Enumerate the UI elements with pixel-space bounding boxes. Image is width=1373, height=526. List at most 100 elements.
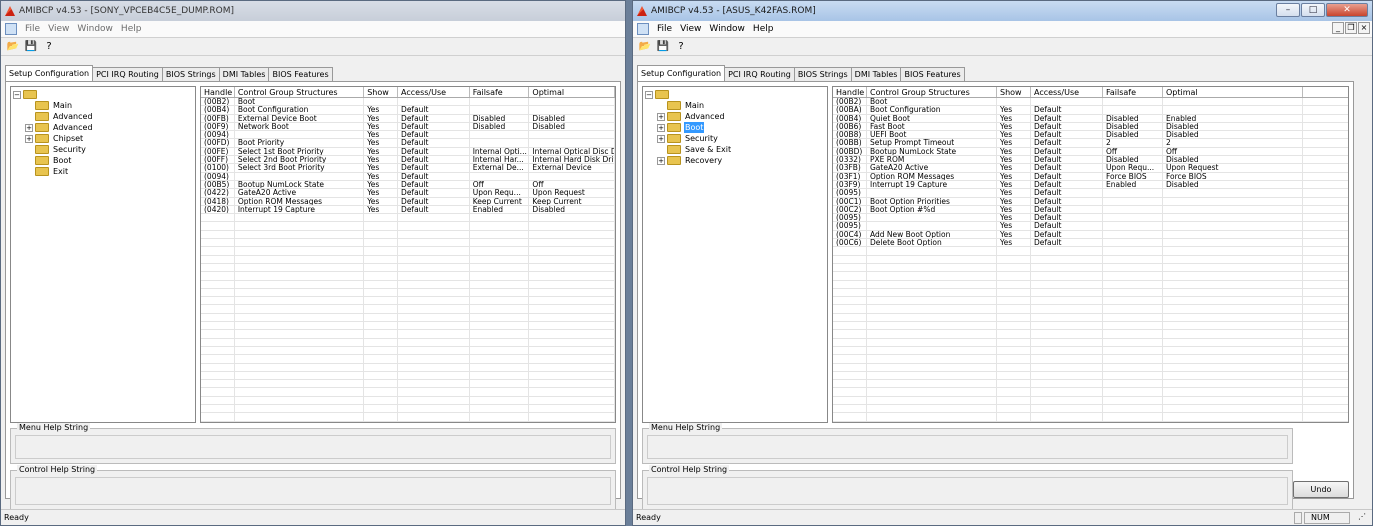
tab-bios-strings[interactable]: BIOS Strings (161, 67, 220, 81)
tab-setup-configuration[interactable]: Setup Configuration (637, 65, 726, 81)
mdi-document-icon[interactable] (637, 23, 649, 35)
table-row[interactable]: (0094) Yes Default (201, 172, 615, 181)
menu-file[interactable]: File (25, 24, 40, 34)
menu-view[interactable]: View (680, 24, 701, 34)
table-row[interactable]: (0420) Interrupt 19 Capture Yes Default Enab… (201, 205, 615, 215)
table-row[interactable]: (03F9) Interrupt 19 Capture Yes Default Enab… (833, 180, 1348, 190)
expand-icon[interactable]: + (25, 134, 33, 143)
collapse-icon[interactable]: − (645, 90, 653, 99)
expand-icon[interactable]: + (657, 112, 665, 121)
mdi-close-icon[interactable]: × (1358, 22, 1370, 34)
close-icon[interactable]: ✕ (1326, 3, 1368, 17)
resize-grip-icon[interactable]: ⋰ (1352, 512, 1370, 524)
help-question-icon[interactable]: ? (673, 39, 689, 54)
table-row[interactable]: (00B2) Boot (833, 98, 1348, 107)
menu-window[interactable]: Window (77, 24, 113, 34)
column-show[interactable]: Show (364, 87, 399, 97)
table-row[interactable]: (00C4) Add New Boot Option Yes Default (833, 230, 1348, 240)
tree-item-security[interactable]: Security (35, 144, 87, 155)
expand-icon[interactable]: + (657, 156, 665, 165)
undo-button[interactable]: Undo (1293, 481, 1349, 498)
mdi-minimize-icon[interactable]: _ (1332, 22, 1344, 34)
column-optimal[interactable]: Optimal (1163, 87, 1303, 97)
table-row[interactable]: (00FD) Boot Priority Yes Default (201, 139, 615, 148)
table-row[interactable]: (00B6) Fast Boot Yes Default Disabled Disable… (833, 122, 1348, 132)
setup-tree[interactable]: − Main + Advanced + Boot + Security Save & … (642, 86, 828, 423)
table-row[interactable]: (0332) PXE ROM Yes Default Disabled Disabled (833, 156, 1348, 165)
save-disk-icon[interactable]: 💾 (23, 39, 39, 54)
table-row[interactable]: (0094) Yes Default (201, 131, 615, 140)
table-row[interactable]: (00FE) Select 1st Boot Priority Yes Default… (201, 147, 615, 157)
table-row[interactable]: (00BB) Setup Prompt Timeout Yes Default 2 2 (833, 139, 1348, 148)
collapse-icon[interactable]: − (13, 90, 21, 99)
mdi-restore-icon[interactable]: ❐ (1345, 22, 1357, 34)
title-bar[interactable]: AMIBCP v4.53 - [SONY_VPCEB4C5E_DUMP.ROM] (1, 1, 625, 21)
tree-item-security[interactable]: + Security (657, 133, 719, 144)
menu-help[interactable]: Help (753, 24, 774, 34)
open-folder-icon[interactable]: 📂 (637, 39, 653, 54)
table-row[interactable]: (00FF) Select 2nd Boot Priority Yes Default… (201, 156, 615, 165)
tab-bios-features[interactable]: BIOS Features (900, 67, 965, 81)
tree-item-advanced[interactable]: + Advanced (657, 111, 726, 122)
table-row[interactable]: (0095) Yes Default (833, 189, 1348, 198)
table-row[interactable]: (00C2) Boot Option #%d Yes Default (833, 205, 1348, 215)
menu-view[interactable]: View (48, 24, 69, 34)
control-group-grid[interactable]: Handle Control Group Structures Show Acc… (832, 86, 1349, 423)
tree-item-main[interactable]: Main (35, 100, 73, 111)
control-group-grid[interactable]: Handle Control Group Structures Show Acc… (200, 86, 616, 423)
tree-item-boot[interactable]: + Boot (657, 122, 705, 133)
table-row[interactable]: (00B5) Bootup NumLock State Yes Default Off O… (201, 180, 615, 190)
tree-root[interactable]: − (13, 89, 40, 100)
minimize-icon[interactable]: – (1276, 3, 1300, 17)
column-failsafe[interactable]: Failsafe (470, 87, 530, 97)
tab-setup-configuration[interactable]: Setup Configuration (5, 65, 94, 81)
tree-item-recovery[interactable]: + Recovery (657, 155, 723, 166)
table-row[interactable]: (00C6) Delete Boot Option Yes Default (833, 239, 1348, 248)
tree-item-main[interactable]: Main (667, 100, 705, 111)
tab-bios-strings[interactable]: BIOS Strings (793, 67, 852, 81)
table-row[interactable]: (00B4) Boot Configuration Yes Default (201, 106, 615, 115)
menu-file[interactable]: File (657, 24, 672, 34)
table-row[interactable]: (00F9) Network Boot Yes Default Disabled Disa… (201, 122, 615, 132)
table-row[interactable]: (00C1) Boot Option Priorities Yes Default (833, 197, 1348, 206)
column-control-group-structures[interactable]: Control Group Structures (867, 87, 997, 97)
column-failsafe[interactable]: Failsafe (1103, 87, 1163, 97)
mdi-document-icon[interactable] (5, 23, 17, 35)
tree-item-advanced-2[interactable]: + Advanced (25, 122, 94, 133)
tab-pci-irq-routing[interactable]: PCI IRQ Routing (92, 67, 163, 81)
menu-window[interactable]: Window (709, 24, 745, 34)
title-bar[interactable]: AMIBCP v4.53 - [ASUS_K42FAS.ROM] – □ ✕ (633, 1, 1372, 21)
expand-icon[interactable]: + (657, 123, 665, 132)
table-row[interactable]: (00B8) UEFI Boot Yes Default Disabled Disable… (833, 131, 1348, 140)
tree-item-save-exit[interactable]: Save & Exit (667, 144, 732, 155)
tree-item-boot[interactable]: Boot (35, 155, 72, 166)
tree-root[interactable]: − (645, 89, 672, 100)
table-row[interactable]: (0095) Yes Default (833, 214, 1348, 223)
table-row[interactable]: (0418) Option ROM Messages Yes Default Keep … (201, 197, 615, 206)
table-row[interactable]: (00B2) Boot (201, 98, 615, 107)
tab-dmi-tables[interactable]: DMI Tables (850, 67, 902, 81)
maximize-icon[interactable]: □ (1301, 3, 1325, 17)
expand-icon[interactable]: + (657, 134, 665, 143)
column-control-group-structures[interactable]: Control Group Structures (235, 87, 365, 97)
amibcp-window-asus[interactable]: AMIBCP v4.53 - [ASUS_K42FAS.ROM] – □ ✕ F… (632, 0, 1373, 526)
setup-tree[interactable]: − Main Advanced + Advanced + Chipset Secur… (10, 86, 196, 423)
expand-icon[interactable]: + (25, 123, 33, 132)
table-row[interactable]: (03FB) GateA20 Active Yes Default Upon Requ.… (833, 164, 1348, 173)
column-handle[interactable]: Handle (833, 87, 867, 97)
column-handle[interactable]: Handle (201, 87, 235, 97)
open-folder-icon[interactable]: 📂 (5, 39, 21, 54)
table-row[interactable]: (00FB) External Device Boot Yes Default Disa… (201, 114, 615, 123)
column-optimal[interactable]: Optimal (529, 87, 615, 97)
column-show[interactable]: Show (997, 87, 1031, 97)
help-question-icon[interactable]: ? (41, 39, 57, 54)
tab-dmi-tables[interactable]: DMI Tables (218, 67, 270, 81)
menu-help[interactable]: Help (121, 24, 142, 34)
table-row[interactable]: (0422) GateA20 Active Yes Default Upon Requ.… (201, 189, 615, 198)
tree-item-advanced[interactable]: Advanced (35, 111, 94, 122)
table-row[interactable]: (03F1) Option ROM Messages Yes Default Force… (833, 172, 1348, 181)
tree-item-chipset[interactable]: + Chipset (25, 133, 84, 144)
table-row[interactable]: (0100) Select 3rd Boot Priority Yes Default… (201, 164, 615, 173)
table-row[interactable]: (0095) Yes Default (833, 222, 1348, 231)
save-disk-icon[interactable]: 💾 (655, 39, 671, 54)
